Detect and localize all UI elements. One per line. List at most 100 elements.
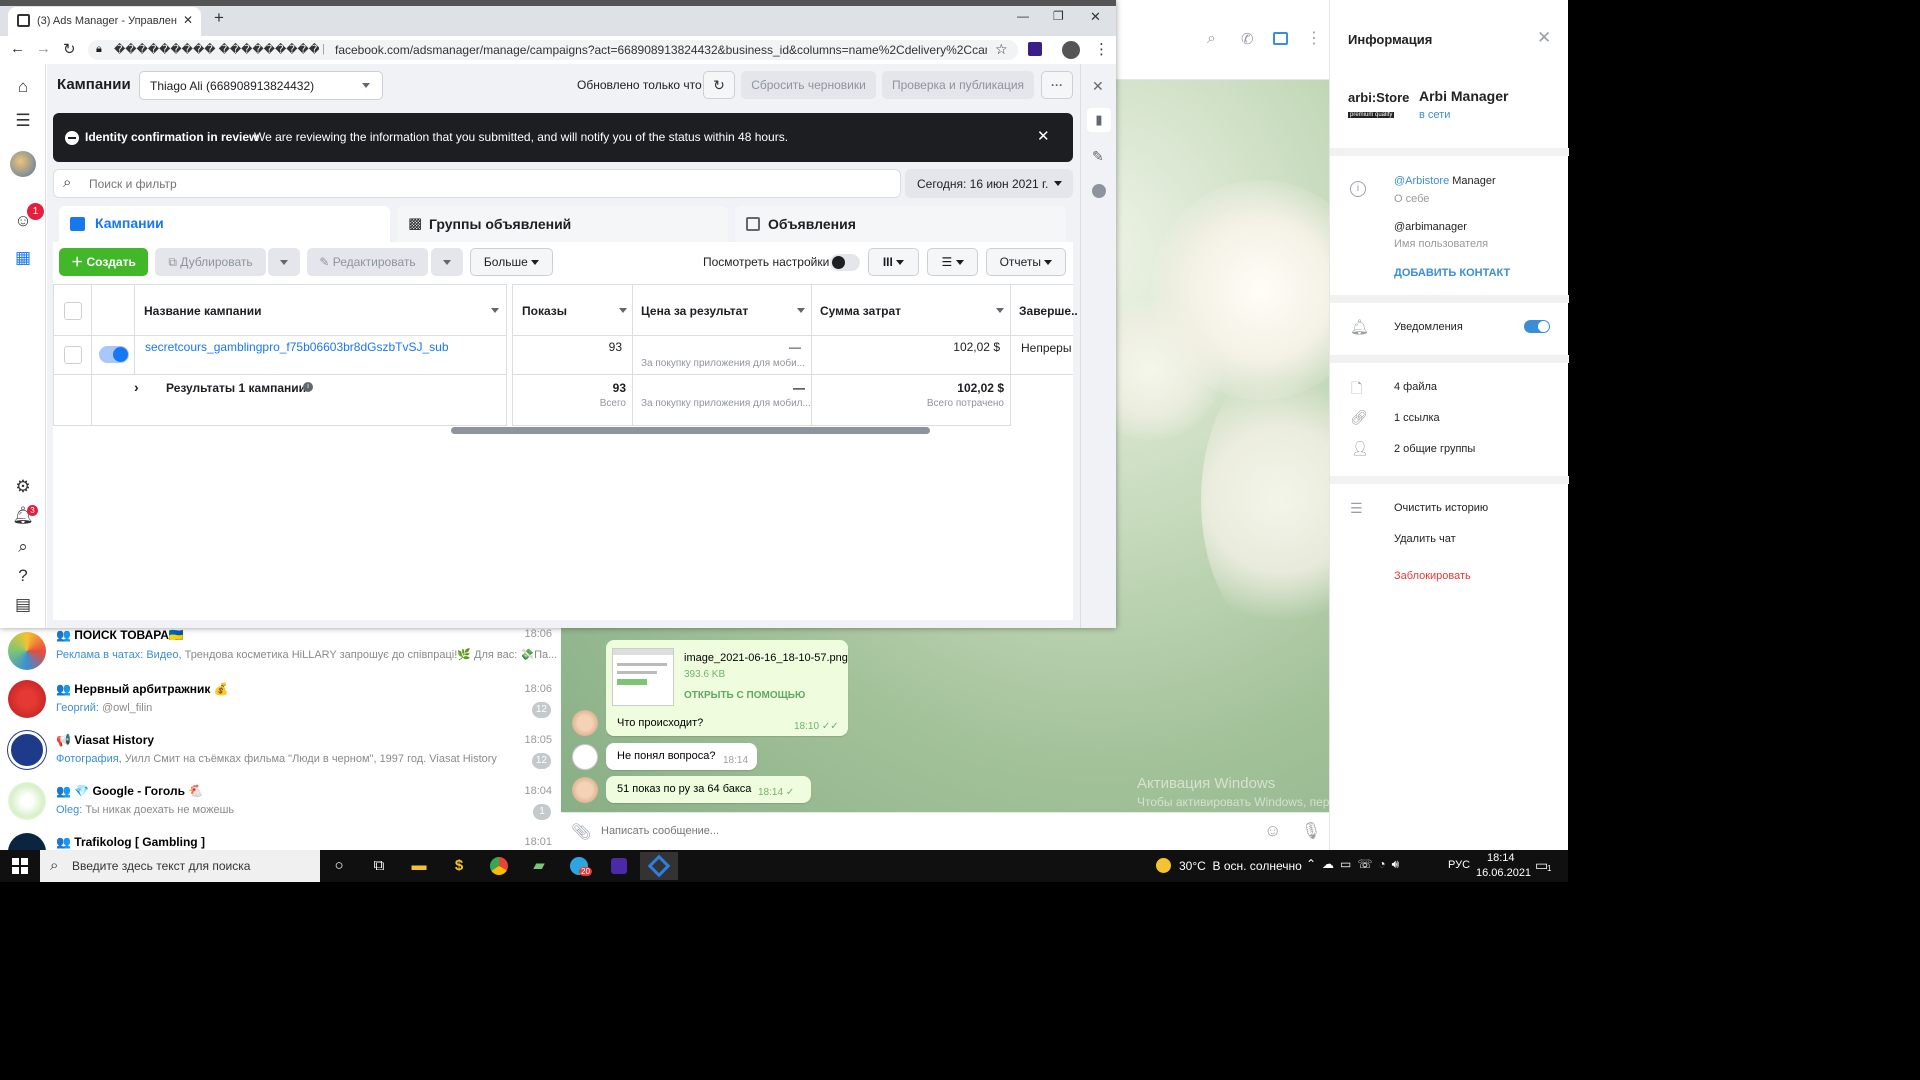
refresh-button[interactable]: ↻ <box>703 71 735 99</box>
bio-link[interactable]: @Arbistore <box>1394 175 1449 187</box>
column-header[interactable]: Показы <box>512 284 633 336</box>
file-message[interactable]: image_2021-06-16_18-10-57.png 393.6 KB О… <box>606 640 848 736</box>
spreadsheet-icon[interactable]: ▰ <box>520 852 558 880</box>
campaign-name-link[interactable]: secretcours_gamblingpro_f75b06603br8dGsz… <box>145 340 449 354</box>
telegram-icon[interactable] <box>560 852 598 880</box>
close-icon[interactable]: ✕ <box>1037 127 1050 145</box>
app-icon[interactable] <box>600 852 638 880</box>
tray-icons[interactable]: ⌃☁▭☏◔🔊︎ <box>1306 857 1405 872</box>
tab-campaigns[interactable]: Кампании <box>59 206 390 242</box>
maximize-button[interactable]: ❐ <box>1053 9 1064 23</box>
block-button[interactable]: Заблокировать <box>1394 570 1471 582</box>
username[interactable]: @arbimanager <box>1394 221 1467 233</box>
back-icon[interactable]: ← <box>10 40 25 57</box>
phone-icon[interactable]: ✆ <box>1241 30 1254 48</box>
close-icon[interactable]: ✕ <box>1092 78 1104 95</box>
edit-dropdown[interactable] <box>431 248 463 276</box>
tab-ad-sets[interactable]: ▩ Группы объявлений <box>397 206 728 242</box>
campaign-toggle[interactable] <box>99 346 129 363</box>
address-bar[interactable]: 🔒︎ ��������� ���������� | facebook.com/a… <box>88 40 1018 60</box>
profile-icon[interactable] <box>1062 41 1080 59</box>
select-all-checkbox[interactable] <box>64 302 82 320</box>
close-window-button[interactable]: ✕ <box>1090 9 1101 25</box>
forward-icon[interactable]: → <box>36 40 51 57</box>
emoji-icon[interactable]: ☺ <box>1264 821 1281 841</box>
search-bar[interactable]: ⌕ <box>53 169 901 198</box>
clock-time[interactable]: 18:14 <box>1487 852 1515 864</box>
column-header[interactable]: Сумма затрат <box>812 284 1011 336</box>
files-count[interactable]: 4 файла <box>1394 381 1437 393</box>
search-icon[interactable]: ⌕ <box>12 536 34 558</box>
attach-icon[interactable]: 📎︎ <box>571 822 591 842</box>
expand-chevron-icon[interactable]: › <box>134 379 139 395</box>
language-indicator[interactable]: РУС <box>1448 859 1470 871</box>
taskbar-search[interactable]: ⌕ Введите здесь текст для поиска <box>40 850 320 882</box>
duplicate-dropdown[interactable] <box>268 248 300 276</box>
links-count[interactable]: 1 ссылка <box>1394 412 1440 424</box>
refresh-icon[interactable]: ↻ <box>63 40 76 58</box>
gear-icon[interactable]: ⚙ <box>12 476 34 498</box>
table-icon[interactable]: ▦ <box>12 247 34 269</box>
pencil-icon[interactable]: ✎ <box>1092 148 1104 165</box>
chrome-icon[interactable] <box>480 852 518 880</box>
home-icon[interactable]: ⌂ <box>12 76 34 98</box>
extension-icon[interactable] <box>1028 42 1042 56</box>
chat-item[interactable]: 📢 Viasat History 18:05 Фотография, Уилл … <box>0 727 561 778</box>
column-header[interactable]: Название кампании <box>135 284 507 336</box>
minimize-button[interactable]: — <box>1017 9 1029 23</box>
search-input[interactable] <box>89 174 869 194</box>
sidebar-icon[interactable] <box>1273 32 1288 45</box>
column-header[interactable]: Заверше.. <box>1011 284 1078 336</box>
create-button[interactable]: ＋ Создать <box>59 248 148 276</box>
breakdown-button[interactable]: ☰ <box>927 248 978 276</box>
windows-icon[interactable] <box>12 858 28 874</box>
edit-button[interactable]: ✎ Редактировать <box>307 248 428 276</box>
browser-menu-icon[interactable]: ⋮ <box>1094 40 1109 58</box>
more-button[interactable]: Больше <box>470 248 553 276</box>
avatar[interactable] <box>10 151 36 177</box>
chat-item[interactable]: 👥 ПОИСК ТОВАРА🇺🇦 18:06 Реклама в чатах: … <box>0 628 561 679</box>
browser-tab[interactable]: (3) Ads Manager - Управление р ✕ <box>8 7 201 36</box>
date-picker[interactable]: Сегодня: 16 июн 2021 г. <box>905 169 1073 198</box>
clear-history-button[interactable]: Очистить историю <box>1394 502 1488 514</box>
add-contact-button[interactable]: ДОБАВИТЬ КОНТАКТ <box>1394 267 1510 279</box>
message-input[interactable] <box>601 819 1241 843</box>
more-icon[interactable]: ⋮ <box>1306 28 1322 48</box>
row-checkbox[interactable] <box>64 346 82 364</box>
cortana-icon[interactable]: ○ <box>320 852 358 880</box>
mic-icon[interactable]: 🎙︎ <box>1301 821 1321 841</box>
tab-ads[interactable]: Объявления <box>735 206 1066 242</box>
question-icon[interactable]: ? <box>12 565 34 587</box>
duplicate-button[interactable]: ⧉ Дублировать <box>155 248 266 276</box>
weather-text[interactable]: 30°C В осн. солнечно <box>1179 859 1302 873</box>
vpn-icon[interactable] <box>640 852 678 880</box>
notifications-toggle[interactable] <box>1524 320 1550 333</box>
chart-icon[interactable]: ▮ <box>1087 108 1111 132</box>
chat-item[interactable]: 👥 Нервный арбитражник 💰 18:06 Георгий: @… <box>0 676 561 727</box>
column-header[interactable]: Цена за результат <box>633 284 812 336</box>
review-publish-button[interactable]: Проверка и публикация <box>882 71 1034 99</box>
reports-button[interactable]: Отчеты <box>986 248 1066 276</box>
task-view-icon[interactable]: ⧉ <box>360 852 398 880</box>
delete-chat-button[interactable]: Удалить чат <box>1394 533 1456 545</box>
account-select[interactable]: Thiago Ali (668908913824432) <box>139 71 383 100</box>
new-tab-button[interactable]: + <box>214 8 224 28</box>
columns-button[interactable]: III <box>868 248 919 276</box>
horizontal-scrollbar[interactable] <box>451 427 930 434</box>
reset-drafts-button[interactable]: Сбросить черновики <box>741 71 876 99</box>
clock-icon[interactable] <box>1092 184 1106 198</box>
close-icon[interactable]: ✕ <box>1537 28 1551 48</box>
groups-count[interactable]: 2 общие группы <box>1394 443 1475 455</box>
menu-icon[interactable]: ☰ <box>12 110 34 132</box>
open-with-button[interactable]: ОТКРЫТЬ С ПОМОЩЬЮ <box>684 690 805 701</box>
search-icon[interactable]: ⌕ <box>1207 30 1216 48</box>
clock-date[interactable]: 16.06.2021 <box>1476 867 1531 879</box>
tab-close-icon[interactable]: ✕ <box>183 13 193 27</box>
dollar-app-icon[interactable]: $ <box>440 852 478 880</box>
chat-item[interactable]: 👥 Trafikolog [ Gambling ] 18:01 <box>0 829 561 850</box>
file-thumbnail[interactable] <box>612 648 674 706</box>
explorer-icon[interactable]: ▬ <box>400 852 438 880</box>
more-options-button[interactable]: ··· <box>1041 71 1073 99</box>
star-icon[interactable]: ☆ <box>995 41 1008 58</box>
chat-item[interactable]: 👥 💎 Google - Гоголь 🐔 18:04 Oleg: Ты ник… <box>0 778 561 829</box>
